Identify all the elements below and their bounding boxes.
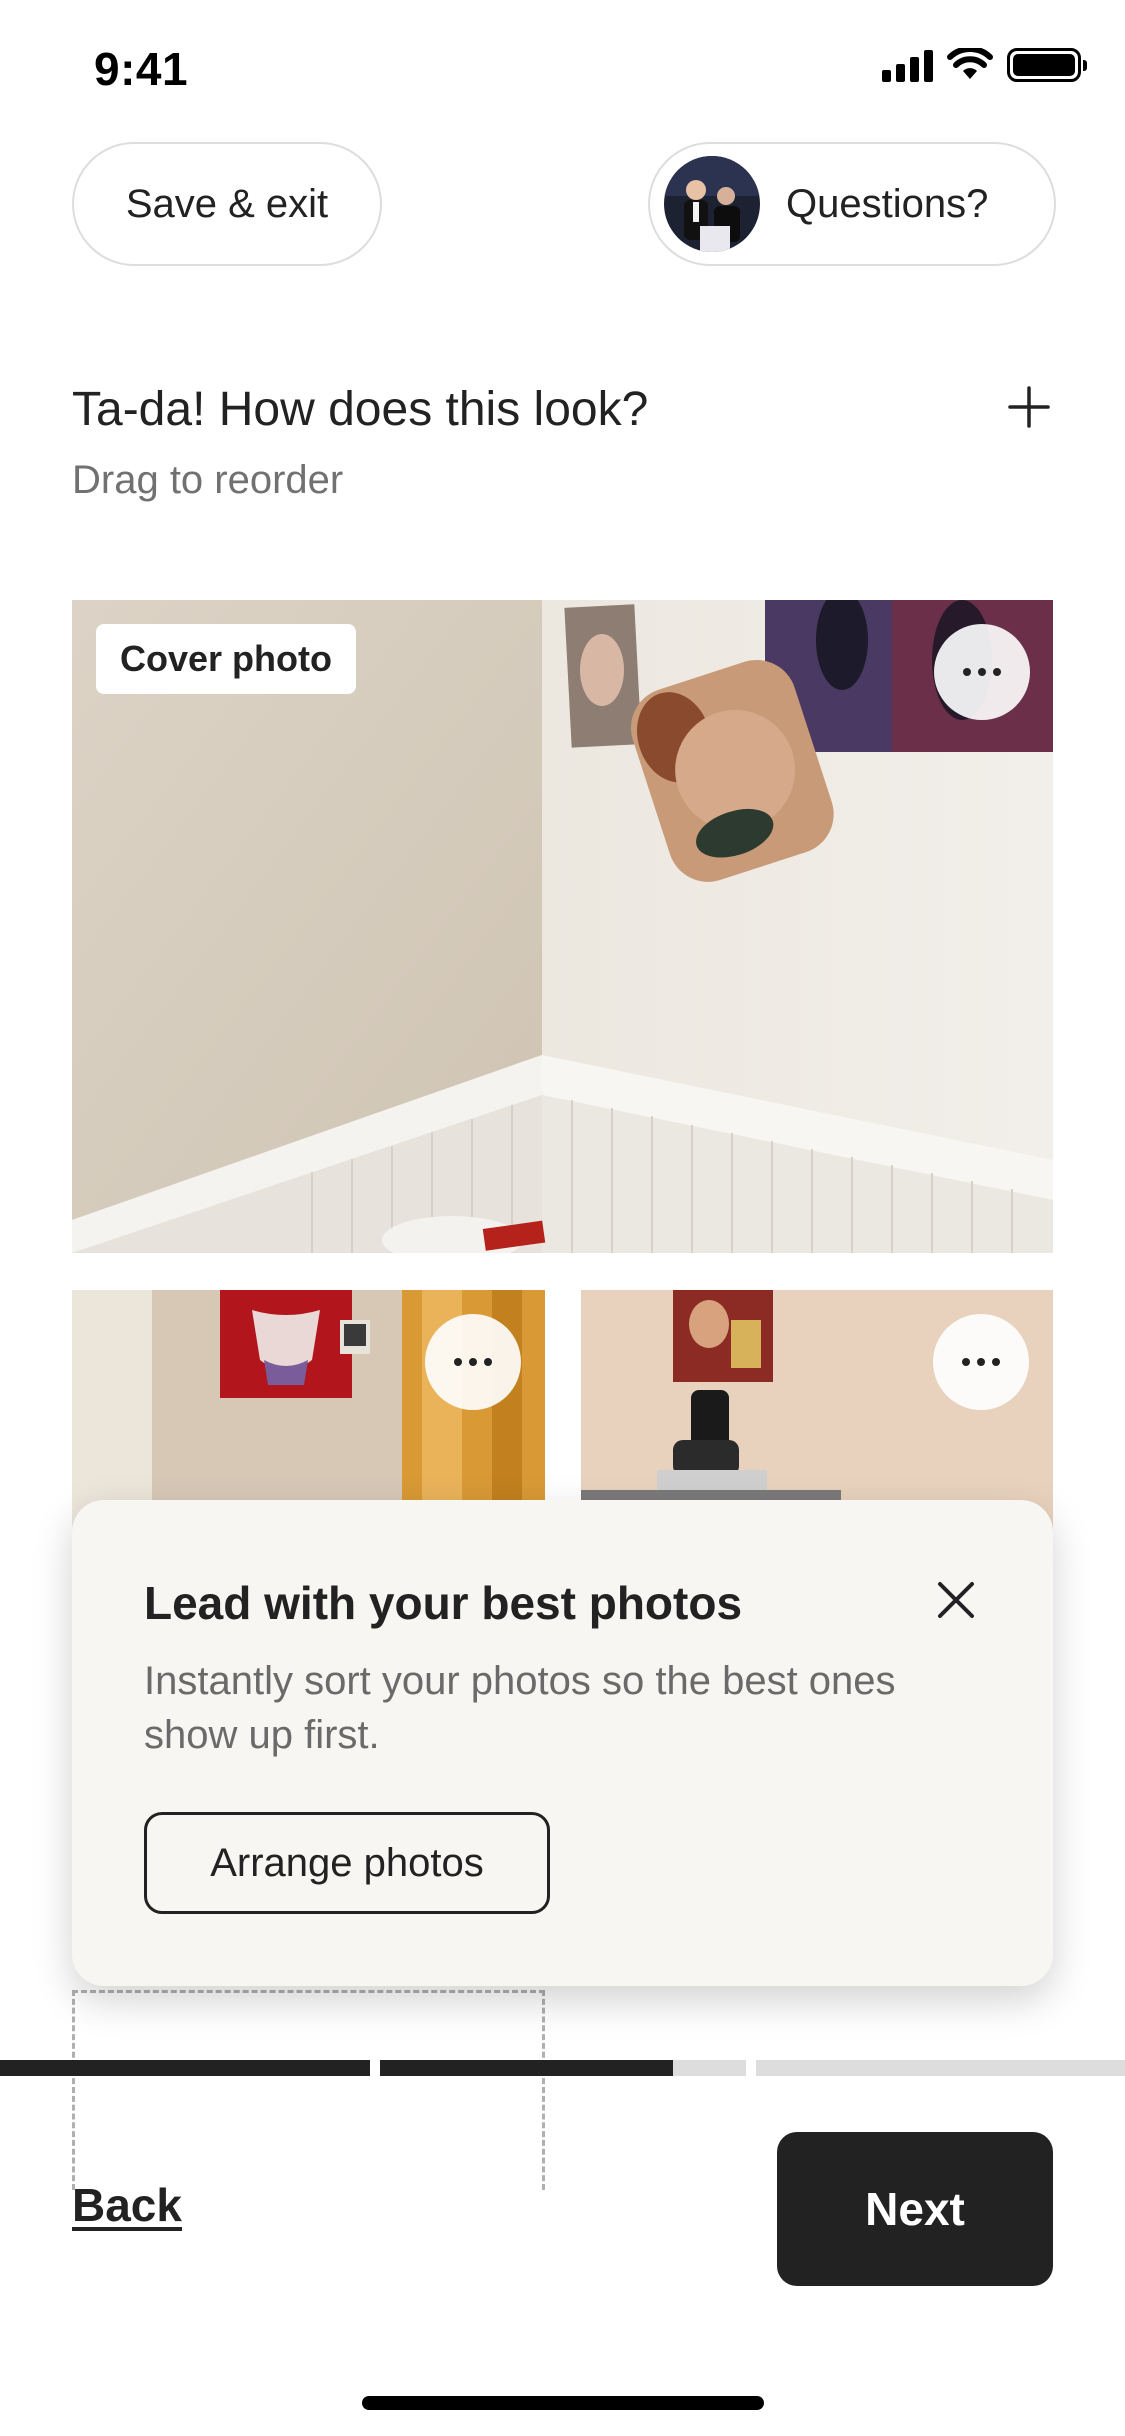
close-icon[interactable] bbox=[932, 1576, 980, 1624]
page-title: Ta-da! How does this look? bbox=[72, 383, 649, 436]
signal-icon bbox=[882, 48, 933, 82]
empty-photo-slot[interactable] bbox=[72, 1990, 545, 2190]
progress-segment bbox=[0, 2060, 370, 2076]
tip-body: Instantly sort your photos so the best o… bbox=[144, 1659, 896, 1757]
progress-segment bbox=[756, 2060, 1125, 2076]
progress-bar bbox=[0, 2060, 1125, 2076]
battery-icon bbox=[1007, 48, 1087, 82]
next-label: Next bbox=[865, 2183, 965, 2235]
more-icon[interactable] bbox=[933, 1314, 1029, 1410]
arrange-photos-button[interactable]: Arrange photos bbox=[144, 1812, 550, 1914]
cover-photo[interactable]: Cover photo bbox=[72, 600, 1053, 1253]
back-button[interactable]: Back bbox=[72, 2178, 182, 2232]
host-avatar bbox=[664, 156, 760, 252]
more-icon[interactable] bbox=[934, 624, 1030, 720]
status-icons bbox=[882, 48, 1087, 82]
questions-label: Questions? bbox=[786, 181, 989, 226]
save-exit-button[interactable]: Save & exit bbox=[72, 142, 382, 266]
status-time: 9:41 bbox=[94, 43, 189, 95]
more-icon[interactable] bbox=[425, 1314, 521, 1410]
home-indicator bbox=[362, 2396, 764, 2410]
save-exit-label: Save & exit bbox=[125, 181, 329, 226]
page-subtitle: Drag to reorder bbox=[72, 458, 344, 502]
status-bar: 9:41 bbox=[0, 0, 1125, 140]
progress-segment bbox=[380, 2060, 746, 2076]
next-button[interactable]: Next bbox=[777, 2132, 1053, 2286]
questions-button[interactable]: Questions? bbox=[648, 142, 1056, 266]
cover-photo-badge: Cover photo bbox=[96, 624, 356, 694]
plus-icon[interactable] bbox=[1004, 382, 1054, 432]
wifi-icon bbox=[947, 48, 993, 79]
tip-title: Lead with your best photos bbox=[144, 1577, 743, 1629]
tip-card: Lead with your best photos Instantly sor… bbox=[72, 1500, 1053, 1986]
